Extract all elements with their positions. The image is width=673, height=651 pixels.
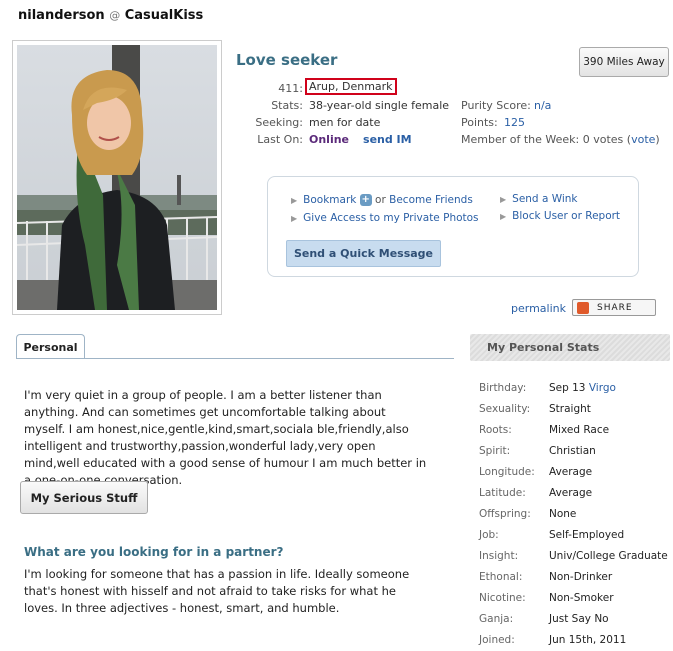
become-friends-link[interactable]: Become Friends [389,194,473,206]
stat-label: Latitude: [479,487,526,499]
stats-label: Stats: [271,99,303,112]
distance-button[interactable]: 390 Miles Away [579,47,669,77]
profile-photo-image [17,45,217,310]
stat-value-text: Straight [549,403,591,415]
stat-label: Ganja: [479,613,514,625]
stat-value: Univ/College Graduate [549,550,668,562]
send-im-link[interactable]: send IM [363,133,412,146]
stat-value-text: Non-Smoker [549,592,614,604]
site-name: CasualKiss [124,8,204,23]
stat-value: Average [549,466,592,478]
seeking-label: Seeking: [255,116,303,129]
stat-value: Just Say No [549,613,609,625]
vote-link[interactable]: vote [631,133,655,146]
triangle-icon: ▶ [291,214,298,223]
stat-value-text: Just Say No [549,613,609,625]
location-label: 411: [278,82,303,95]
stat-value-text: Sep 13 [549,382,586,394]
bookmark-link[interactable]: Bookmark [303,194,356,206]
serious-stuff-button[interactable]: My Serious Stuff [20,481,148,514]
plus-icon[interactable]: + [359,194,372,206]
stat-label: Insight: [479,550,519,562]
permalink-link[interactable]: permalink [511,302,566,315]
block-user-link[interactable]: Block User or Report [512,210,620,222]
stat-value-text: Jun 15th, 2011 [549,634,627,646]
stat-value-text: Average [549,487,593,499]
profile-photo[interactable] [12,40,222,315]
stat-value-text: Christian [549,445,596,457]
member-week-label: Member of the Week: [461,133,580,146]
profile-header: nilanderson @ CasualKiss [18,8,203,23]
laston-label: Last On: [257,133,303,146]
triangle-icon: ▶ [500,212,507,221]
stat-value: Non-Drinker [549,571,612,583]
share-icon [577,301,589,314]
triangle-icon: ▶ [291,196,298,205]
share-button[interactable]: SHARE [572,299,656,316]
profile-title: Love seeker [236,51,338,69]
purity-value[interactable]: n/a [534,99,551,112]
location-value: Arup, Denmark [305,78,397,95]
seeking-value: men for date [309,116,381,129]
quick-message-button[interactable]: Send a Quick Message [286,240,441,267]
at-sign: @ [109,9,121,22]
stat-label: Joined: [479,634,515,646]
stat-label: Birthday: [479,382,527,394]
stat-value-text: Mixed Race [549,424,610,436]
points-value[interactable]: 125 [504,116,525,129]
online-status: Online [309,133,350,146]
vote-close: ) [655,133,660,146]
partner-answer: I'm looking for someone that has a passi… [24,567,410,615]
share-label: SHARE [597,302,633,313]
stat-value: Straight [549,403,591,415]
stat-label: Longitude: [479,466,535,478]
stat-label: Nicotine: [479,592,526,604]
stat-value: Mixed Race [549,424,609,436]
personal-stats-heading: My Personal Stats [470,334,670,361]
about-text: I'm very quiet in a group of people. I a… [24,388,427,487]
stat-value: Sep 13 Virgo [549,382,616,394]
points-label: Points: [461,116,498,129]
stat-label: Job: [479,529,499,541]
stat-value: Christian [549,445,596,457]
send-wink-link[interactable]: Send a Wink [512,193,577,205]
stat-value: Average [549,487,592,499]
stat-value-text: Self-Employed [549,529,625,541]
tab-personal[interactable]: Personal [16,334,85,359]
give-access-link[interactable]: Give Access to my Private Photos [303,212,478,224]
tab-underline [16,358,454,359]
partner-question: What are you looking for in a partner? [24,545,284,559]
stat-label: Offspring: [479,508,531,520]
stat-value: Self-Employed [549,529,624,541]
triangle-icon: ▶ [500,195,507,204]
stat-value: Non-Smoker [549,592,614,604]
stat-label: Spirit: [479,445,511,457]
stat-value: Jun 15th, 2011 [549,634,626,646]
stat-value-text: Average [549,466,593,478]
stat-label: Sexuality: [479,403,531,415]
stats-value: 38-year-old single female [309,99,450,112]
username: nilanderson [18,8,105,23]
purity-label: Purity Score: [461,99,531,112]
stat-value-text: None [549,508,577,520]
stat-value-text: Univ/College Graduate [549,550,668,562]
member-week-votes: 0 votes ( [582,133,632,146]
stat-label: Roots: [479,424,512,436]
zodiac-link[interactable]: Virgo [589,382,616,394]
or-text: or [375,194,386,206]
stat-value-text: Non-Drinker [549,571,613,583]
stat-value: None [549,508,576,520]
stat-label: Ethonal: [479,571,523,583]
